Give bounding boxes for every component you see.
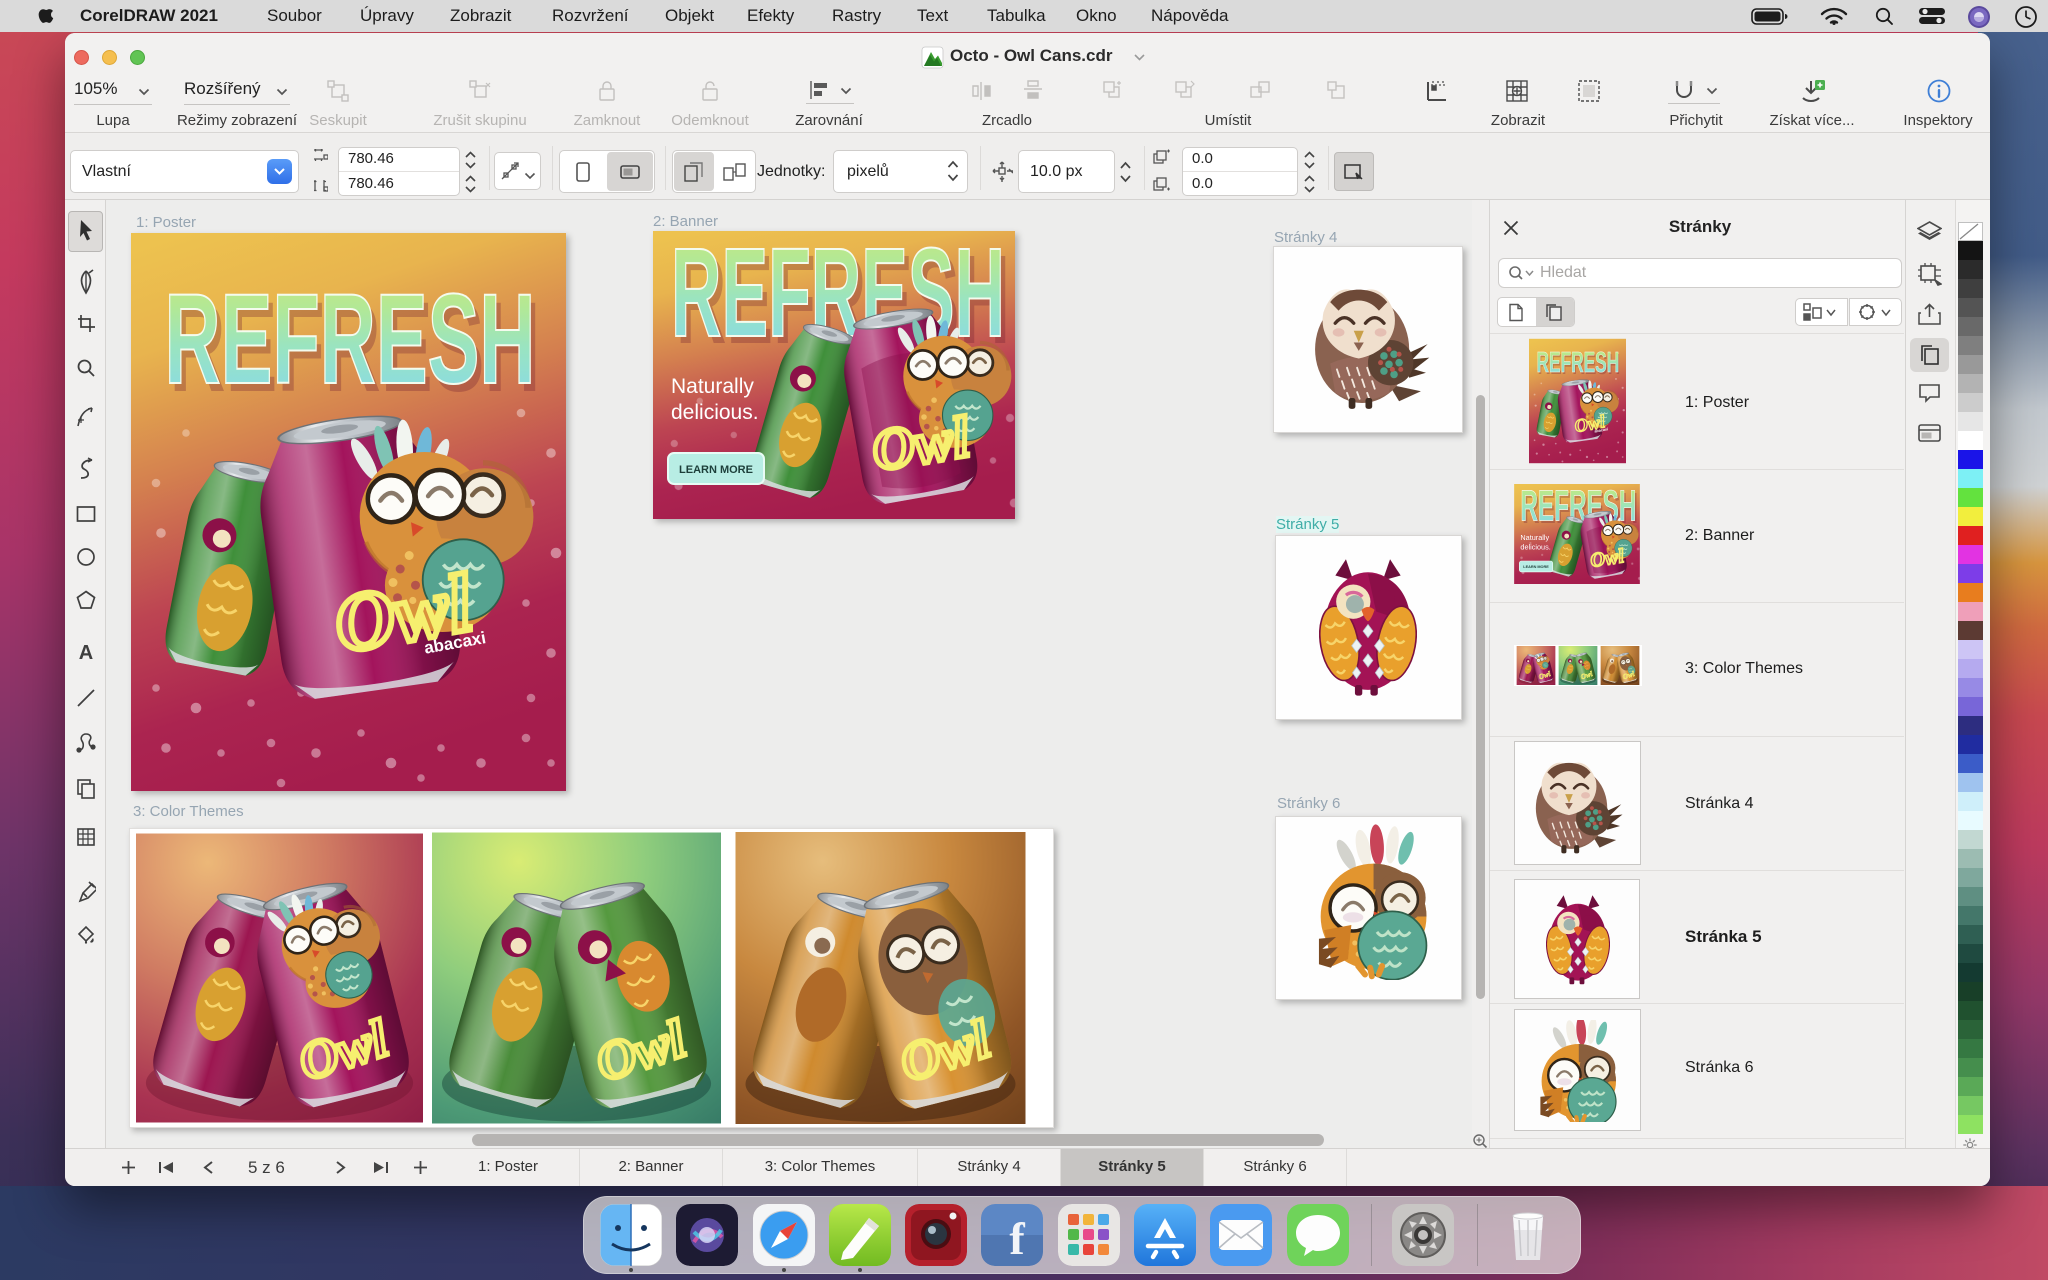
- svg-text:f: f: [1009, 1213, 1025, 1264]
- svg-text:A: A: [79, 642, 93, 662]
